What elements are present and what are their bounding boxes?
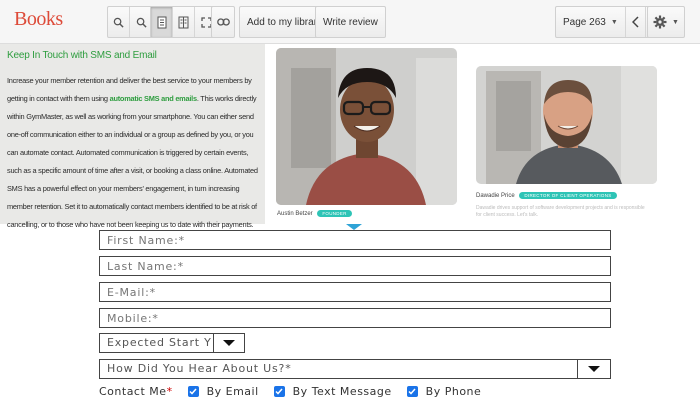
austin-photo: [276, 48, 457, 205]
required-marker: *: [166, 384, 173, 398]
checkmark-icon: [408, 388, 416, 395]
by-text-label: By Text Message: [292, 384, 392, 398]
person-2-caption: Dawadie Price DIRECTOR OF CLIENT OPERATI…: [476, 192, 617, 199]
expected-start-select[interactable]: Expected Start Y: [99, 333, 245, 353]
previous-page-button[interactable]: [626, 7, 646, 37]
link-button[interactable]: [212, 7, 234, 37]
person-portrait-image: [476, 66, 657, 184]
hear-about-us-select[interactable]: How Did You Hear About Us?*: [99, 359, 611, 379]
two-page-icon: [178, 16, 189, 28]
by-email-label: By Email: [206, 384, 259, 398]
article-link[interactable]: automatic SMS and emails: [110, 94, 197, 103]
single-page-view-button[interactable]: [151, 7, 173, 37]
article-paragraph: Increase your member retention and deliv…: [7, 72, 259, 234]
contact-me-label: Contact Me: [99, 384, 167, 398]
phone-checkbox[interactable]: [406, 385, 418, 397]
toolbar: Books Add to my library Write review Pag…: [0, 0, 700, 44]
email-field[interactable]: [99, 282, 611, 302]
checkmark-icon: [189, 388, 197, 395]
contact-by-text-option[interactable]: By Text Message: [273, 384, 392, 398]
dropdown-arrow-icon: [588, 366, 600, 372]
by-phone-label: By Phone: [425, 384, 482, 398]
zoom-in-icon: [136, 17, 147, 28]
team-photos-panel: Austin Betzer FOUNDER Dawadie Price DIRE…: [265, 44, 700, 224]
article-panel: Keep In Touch with SMS and Email Increas…: [0, 44, 265, 229]
person-1-tag: FOUNDER: [317, 210, 352, 217]
page-indicator: Page 263: [563, 16, 606, 28]
two-page-view-button[interactable]: [173, 7, 195, 37]
first-name-field[interactable]: [99, 230, 611, 250]
write-review-label: Write review: [323, 16, 378, 28]
link-icon: [216, 18, 230, 26]
chevron-left-icon: [631, 16, 639, 28]
contact-by-phone-option[interactable]: By Phone: [406, 384, 482, 398]
gear-icon: [653, 15, 667, 29]
person-1-name: Austin Betzer: [277, 211, 313, 218]
dropdown-arrow-icon: [223, 340, 235, 346]
zoom-in-button[interactable]: [130, 7, 152, 37]
zoom-group: [107, 6, 153, 38]
mobile-field[interactable]: [99, 308, 611, 328]
expected-start-dropdown-button[interactable]: [214, 334, 244, 352]
article-text-2: . This works directly within GymMaster, …: [7, 94, 258, 229]
write-review-button[interactable]: Write review: [315, 6, 386, 38]
add-to-library-label: Add to my library: [247, 16, 323, 28]
caret-down-icon: ▼: [672, 18, 679, 26]
fullscreen-icon: [200, 16, 212, 28]
last-name-field[interactable]: [99, 256, 611, 276]
email-checkbox[interactable]: [187, 385, 199, 397]
link-group: [211, 6, 235, 38]
person-1-caption: Austin Betzer FOUNDER: [277, 210, 352, 217]
settings-button[interactable]: ▼: [647, 6, 685, 38]
checkmark-icon: [275, 388, 283, 395]
books-logo[interactable]: Books: [14, 8, 63, 31]
contact-preferences: Contact Me * By Email By Text Message By …: [99, 383, 481, 399]
expected-start-value: Expected Start Y: [100, 334, 214, 352]
settings-container: ▼: [648, 7, 684, 37]
hear-about-us-value: How Did You Hear About Us?*: [100, 360, 578, 378]
dawadie-photo: [476, 66, 657, 184]
person-2-name: Dawadie Price: [476, 193, 515, 200]
zoom-out-icon: [113, 17, 124, 28]
caret-down-icon: ▼: [610, 18, 618, 26]
article-heading: Keep In Touch with SMS and Email: [7, 50, 157, 61]
zoom-out-button[interactable]: [108, 7, 130, 37]
contact-by-email-option[interactable]: By Email: [187, 384, 259, 398]
view-mode-group: [150, 6, 218, 38]
person-portrait-image: [276, 48, 457, 205]
person-2-tag: DIRECTOR OF CLIENT OPERATIONS: [519, 192, 617, 199]
text-message-checkbox[interactable]: [273, 385, 285, 397]
hear-about-us-dropdown-button[interactable]: [578, 360, 610, 378]
person-2-bio: Dawadie drives support of software devel…: [476, 205, 645, 218]
books-viewer: Books Add to my library Write review Pag…: [0, 0, 700, 400]
page-selector[interactable]: Page 263 ▼: [556, 7, 626, 37]
single-page-icon: [157, 16, 166, 28]
